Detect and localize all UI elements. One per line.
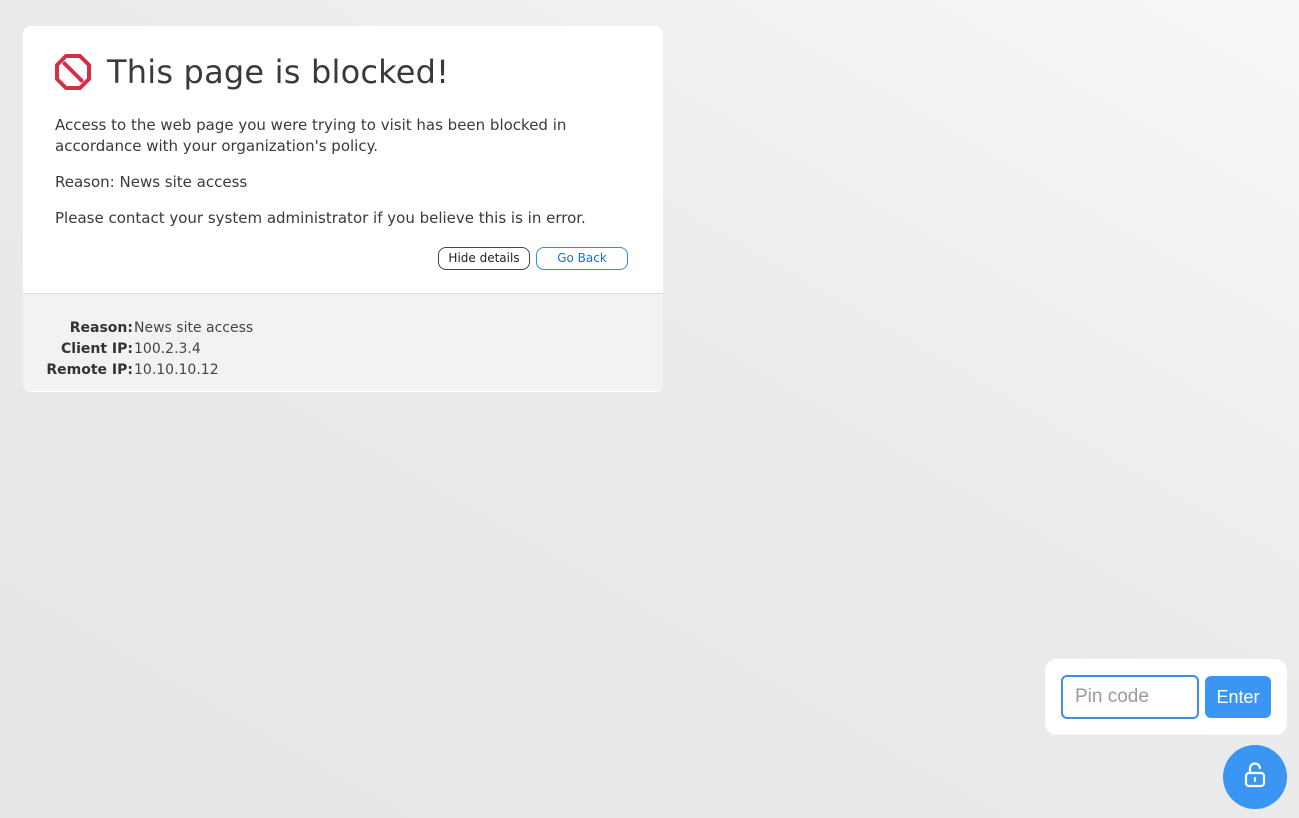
enter-button[interactable]: Enter bbox=[1205, 676, 1271, 718]
unlock-button[interactable] bbox=[1223, 745, 1287, 809]
detail-label: Reason: bbox=[69, 320, 133, 336]
notice-body: This page is blocked! Access to the web … bbox=[23, 26, 663, 294]
contact-admin-text: Please contact your system administrator… bbox=[55, 209, 586, 227]
detail-row-remote-ip: Remote IP: 10.10.10.12 bbox=[23, 361, 219, 379]
details-panel: Reason: News site access Client IP: 100.… bbox=[23, 294, 663, 391]
block-notice-card: This page is blocked! Access to the web … bbox=[23, 26, 663, 392]
detail-row-client-ip: Client IP: 100.2.3.4 bbox=[23, 340, 201, 358]
block-message: Access to the web page you were trying t… bbox=[55, 116, 567, 155]
page-title: This page is blocked! bbox=[107, 53, 450, 91]
go-back-button[interactable]: Go Back bbox=[536, 247, 628, 270]
hide-details-button[interactable]: Hide details bbox=[438, 247, 530, 270]
unlock-icon bbox=[1241, 761, 1269, 793]
detail-row-reason: Reason: News site access bbox=[23, 319, 253, 337]
detail-label: Remote IP: bbox=[46, 362, 133, 378]
detail-value: News site access bbox=[134, 320, 254, 336]
pin-code-input[interactable] bbox=[1061, 675, 1199, 719]
title-row: This page is blocked! bbox=[55, 54, 449, 90]
block-reason: Reason: News site access bbox=[55, 173, 248, 191]
detail-label: Client IP: bbox=[61, 341, 133, 357]
detail-value: 10.10.10.12 bbox=[134, 362, 219, 378]
pin-panel: Enter bbox=[1045, 659, 1287, 735]
blocked-icon bbox=[55, 54, 91, 90]
detail-value: 100.2.3.4 bbox=[134, 341, 201, 357]
